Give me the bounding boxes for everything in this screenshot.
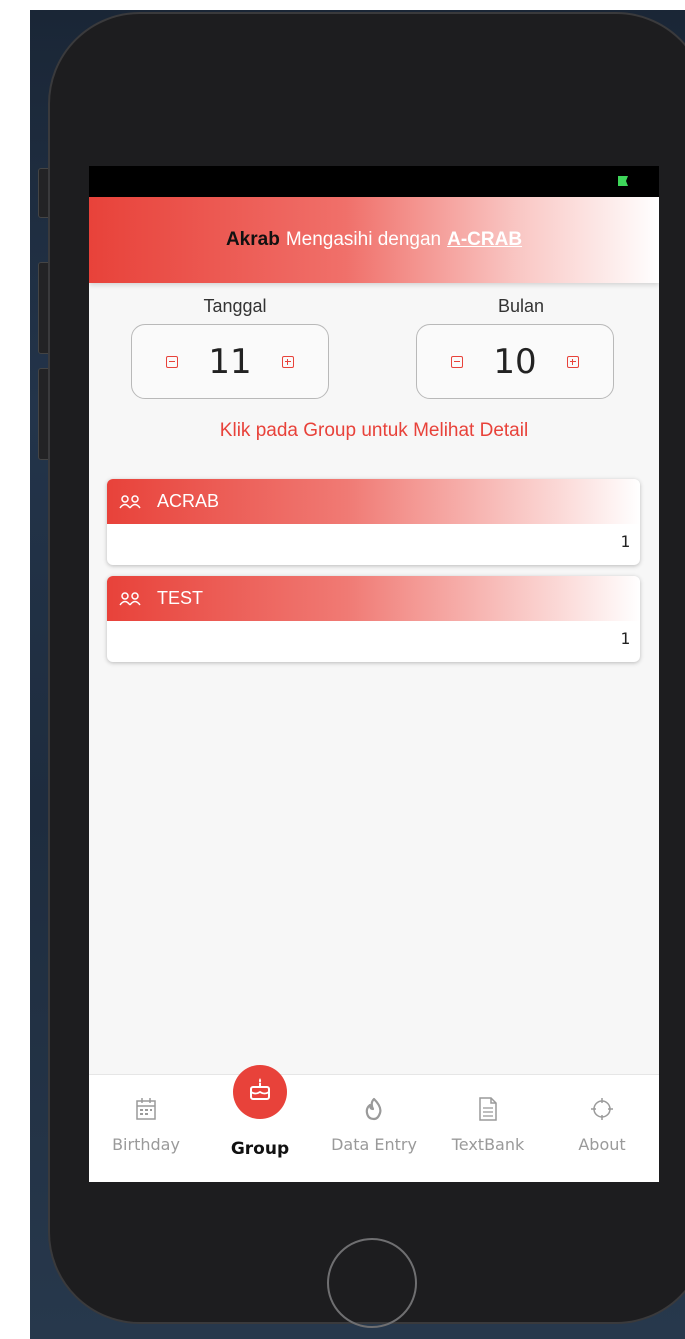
tab-birthday[interactable]: Birthday [89,1075,203,1182]
tanggal-label: Tanggal [203,296,267,316]
bulan-increment-button[interactable] [566,355,579,368]
hint-text: Klik pada Group untuk Melihat Detail [219,420,529,441]
tanggal-increment-button[interactable] [281,355,294,368]
tab-label: About [578,1135,626,1154]
status-bar [89,166,659,197]
tab-data-entry[interactable]: Data Entry [317,1075,431,1182]
header-tagline: Mengasihi dengan [285,229,442,250]
bulan-decrement-button[interactable] [451,355,464,368]
group-card-test[interactable]: TEST 1 [107,576,640,662]
brand-name: Akrab [225,229,280,250]
tanggal-stepper: 11 [131,324,329,399]
app-screen: Akrab Mengasihi dengan A-CRAB Tanggal 11… [89,166,659,1182]
calendar-icon [136,1098,156,1120]
people-icon [119,494,141,508]
group-name: TEST [157,588,204,608]
bulan-stepper: 10 [416,324,614,399]
tab-label: Group [230,1139,290,1159]
group-name: ACRAB [157,491,220,511]
tab-group[interactable]: Group [203,1065,317,1182]
tab-textbank[interactable]: TextBank [431,1075,545,1182]
group-member-count: 1 [620,532,630,551]
people-icon [119,591,141,605]
acrab-link[interactable]: A-CRAB [447,229,522,251]
battery-icon [618,176,628,186]
tab-label: Birthday [112,1135,180,1154]
tanggal-decrement-button[interactable] [166,355,179,368]
crosshair-icon [591,1098,613,1120]
cake-icon [250,1078,270,1100]
bulan-label: Bulan [497,296,545,316]
tanggal-value: 11 [208,341,252,382]
bulan-value: 10 [493,341,537,382]
group-member-count: 1 [620,629,630,648]
app-header: Akrab Mengasihi dengan A-CRAB [89,197,659,283]
tab-label: Data Entry [331,1135,417,1154]
document-icon [479,1097,497,1121]
bottom-tab-bar: Birthday Group Data Entry TextBank About [89,1065,659,1182]
group-header: ACRAB [107,479,640,524]
group-card-acrab[interactable]: ACRAB 1 [107,479,640,565]
group-header: TEST [107,576,640,621]
home-button[interactable] [327,1238,417,1328]
tab-about[interactable]: About [545,1075,659,1182]
tab-label: TextBank [451,1135,525,1154]
flame-icon [365,1097,382,1121]
